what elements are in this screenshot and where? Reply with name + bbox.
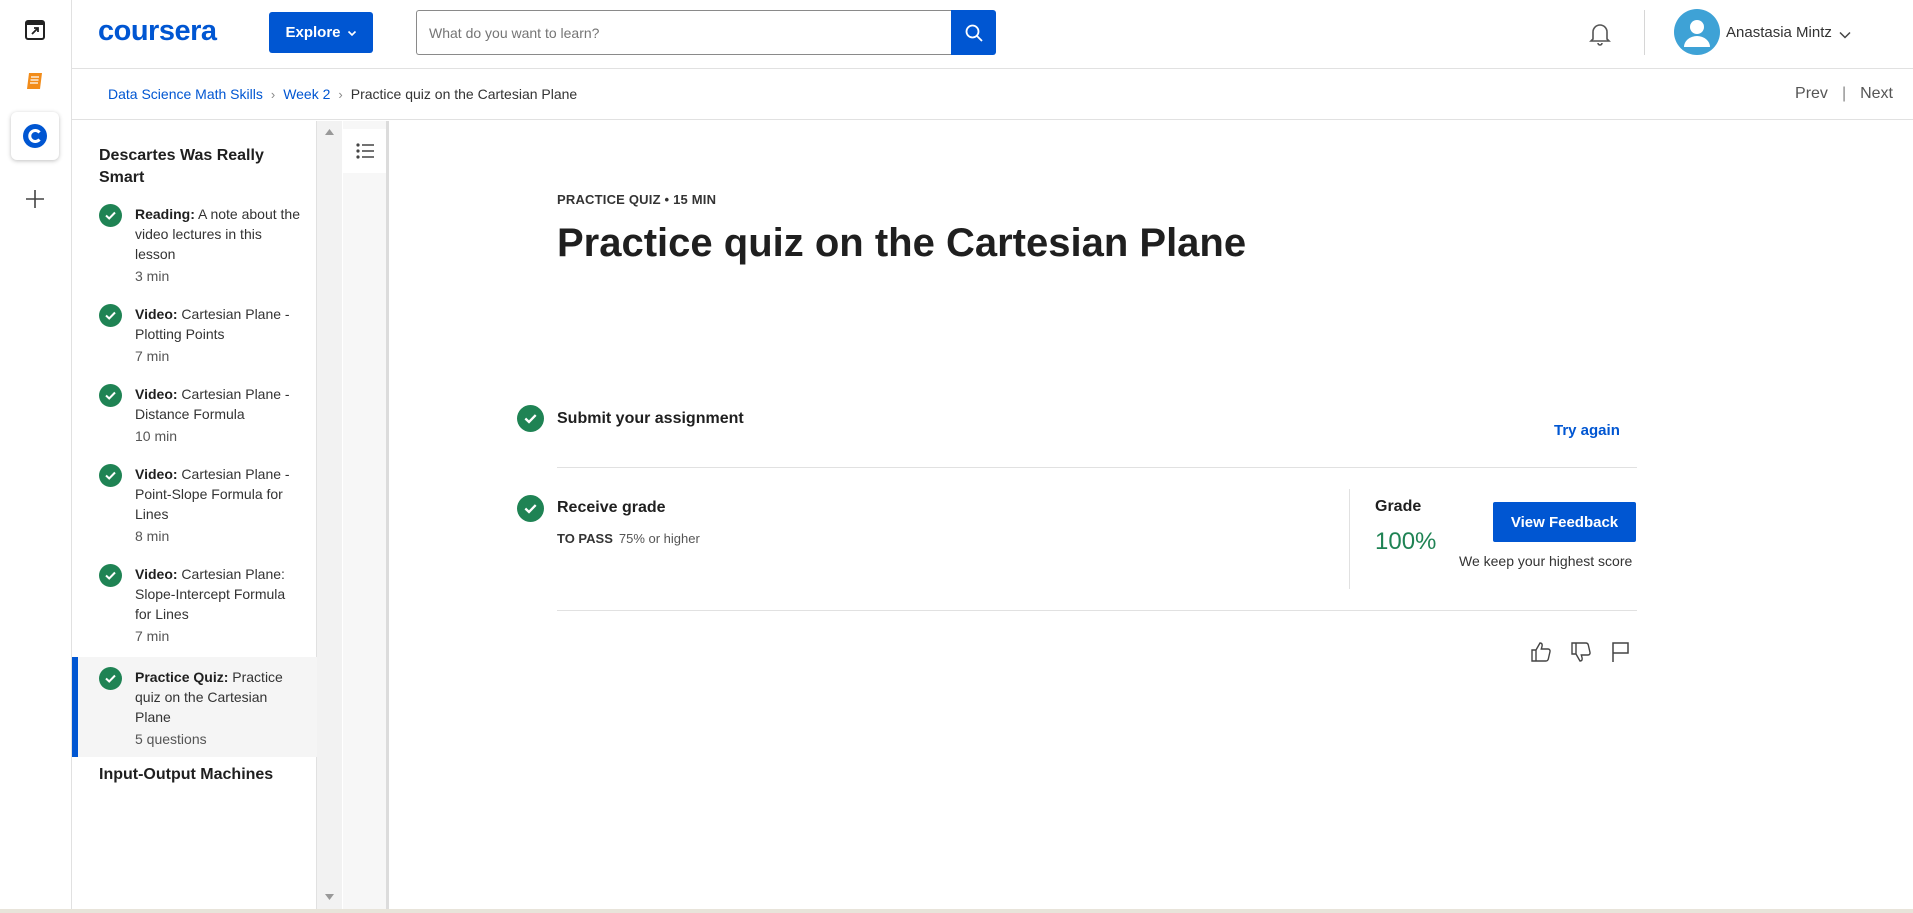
prev-next-nav: Prev | Next	[1795, 85, 1893, 103]
completed-check-icon	[99, 464, 122, 487]
chevron-right-icon: ›	[338, 86, 343, 102]
search-input[interactable]	[416, 10, 951, 55]
notebook-icon[interactable]	[11, 57, 59, 105]
item-duration: 5 questions	[135, 731, 207, 747]
page-title: Practice quiz on the Cartesian Plane	[557, 221, 1247, 265]
app-rail	[0, 0, 72, 913]
quiz-meta: PRACTICE QUIZ • 15 MIN	[557, 192, 717, 207]
to-pass-label: TO PASS	[557, 531, 613, 546]
highest-score-note: We keep your highest score	[1459, 553, 1633, 569]
item-type: Video:	[135, 466, 178, 482]
flag-icon[interactable]	[1609, 640, 1631, 664]
breadcrumb: Data Science Math Skills › Week 2 › Prac…	[108, 86, 577, 102]
thumbs-down-icon[interactable]	[1569, 640, 1593, 664]
chevron-down-icon	[347, 30, 356, 36]
nav-separator: |	[1841, 85, 1847, 102]
chevron-right-icon: ›	[270, 86, 276, 102]
sidebar-item-video[interactable]: Video: Cartesian Plane: Slope-Intercept …	[72, 564, 317, 644]
next-link[interactable]: Next	[1860, 85, 1893, 103]
item-duration: 7 min	[135, 628, 170, 644]
coursera-logo[interactable]: coursera	[98, 15, 217, 48]
scroll-down-arrow-icon[interactable]	[324, 893, 335, 901]
outline-list-icon[interactable]	[343, 129, 387, 173]
content-toolbar	[343, 121, 387, 913]
search-button[interactable]	[951, 10, 996, 55]
item-type: Video:	[135, 306, 178, 322]
to-pass-value: 75% or higher	[618, 531, 700, 546]
sidebar-item-reading[interactable]: Reading: A note about the video lectures…	[72, 204, 317, 284]
top-header: coursera Explore Anastasia Mintz	[72, 0, 1913, 69]
item-type: Practice Quiz:	[135, 669, 229, 685]
breadcrumb-current: Practice quiz on the Cartesian Plane	[350, 86, 578, 102]
search-bar	[416, 10, 996, 55]
search-icon	[965, 24, 983, 42]
completed-check-icon	[99, 204, 122, 227]
sidebar-item-video[interactable]: Video: Cartesian Plane - Point-Slope For…	[72, 464, 317, 544]
item-duration: 3 min	[135, 268, 170, 284]
view-feedback-button[interactable]: View Feedback	[1493, 502, 1636, 542]
completed-check-icon	[99, 384, 122, 407]
header-divider	[1644, 10, 1645, 55]
notifications-bell-icon[interactable]	[1587, 20, 1613, 51]
user-name[interactable]: Anastasia Mintz	[1726, 24, 1832, 41]
completed-check-icon	[99, 667, 122, 690]
sidebar-item-video[interactable]: Video: Cartesian Plane - Plotting Points…	[72, 304, 317, 364]
breadcrumb-bar: Data Science Math Skills › Week 2 › Prac…	[72, 70, 1913, 120]
sidebar-item-practice-quiz[interactable]: Practice Quiz: Practice quiz on the Cart…	[72, 657, 317, 757]
item-duration: 7 min	[135, 348, 170, 364]
item-type: Reading:	[135, 206, 195, 222]
chevron-down-icon[interactable]	[1838, 27, 1852, 45]
item-type: Video:	[135, 386, 178, 402]
divider	[557, 610, 1637, 611]
breadcrumb-course[interactable]: Data Science Math Skills	[108, 86, 263, 102]
submit-assignment-title: Submit your assignment	[557, 410, 744, 427]
completed-check-icon	[517, 405, 544, 432]
prev-link[interactable]: Prev	[1795, 85, 1828, 103]
user-icon	[1684, 20, 1710, 47]
explore-button[interactable]: Explore	[269, 12, 373, 53]
course-outline-sidebar: Descartes Was Really Smart Reading: A no…	[72, 121, 317, 913]
taskbar-strip	[0, 909, 1913, 913]
breadcrumb-week[interactable]: Week 2	[283, 86, 330, 102]
item-type: Video:	[135, 566, 178, 582]
sidebar-item-video[interactable]: Video: Cartesian Plane - Distance Formul…	[72, 384, 317, 444]
sidebar-scrollbar[interactable]	[317, 121, 342, 913]
completed-check-icon	[99, 564, 122, 587]
open-in-new-icon[interactable]	[11, 6, 59, 54]
grade-divider	[1349, 489, 1350, 589]
grade-label: Grade	[1375, 498, 1422, 515]
to-pass-info: TO PASS 75% or higher	[557, 531, 700, 546]
item-duration: 8 min	[135, 528, 170, 544]
coursera-extension-icon[interactable]	[11, 112, 59, 160]
try-again-link[interactable]: Try again	[1554, 422, 1620, 439]
completed-check-icon	[99, 304, 122, 327]
avatar[interactable]	[1674, 9, 1720, 55]
section-title[interactable]: Descartes Was Really Smart	[99, 145, 299, 189]
quiz-main-content: PRACTICE QUIZ • 15 MIN Practice quiz on …	[389, 121, 1913, 913]
divider	[557, 467, 1637, 468]
scroll-up-arrow-icon[interactable]	[324, 128, 335, 136]
next-section-title[interactable]: Input-Output Machines	[99, 764, 299, 786]
item-duration: 10 min	[135, 428, 178, 444]
receive-grade-title: Receive grade	[557, 499, 666, 516]
completed-check-icon	[517, 495, 544, 522]
feedback-actions	[1529, 640, 1631, 664]
grade-value: 100%	[1375, 528, 1437, 555]
explore-label: Explore	[285, 24, 341, 41]
thumbs-up-icon[interactable]	[1529, 640, 1553, 664]
add-icon[interactable]	[11, 175, 59, 223]
